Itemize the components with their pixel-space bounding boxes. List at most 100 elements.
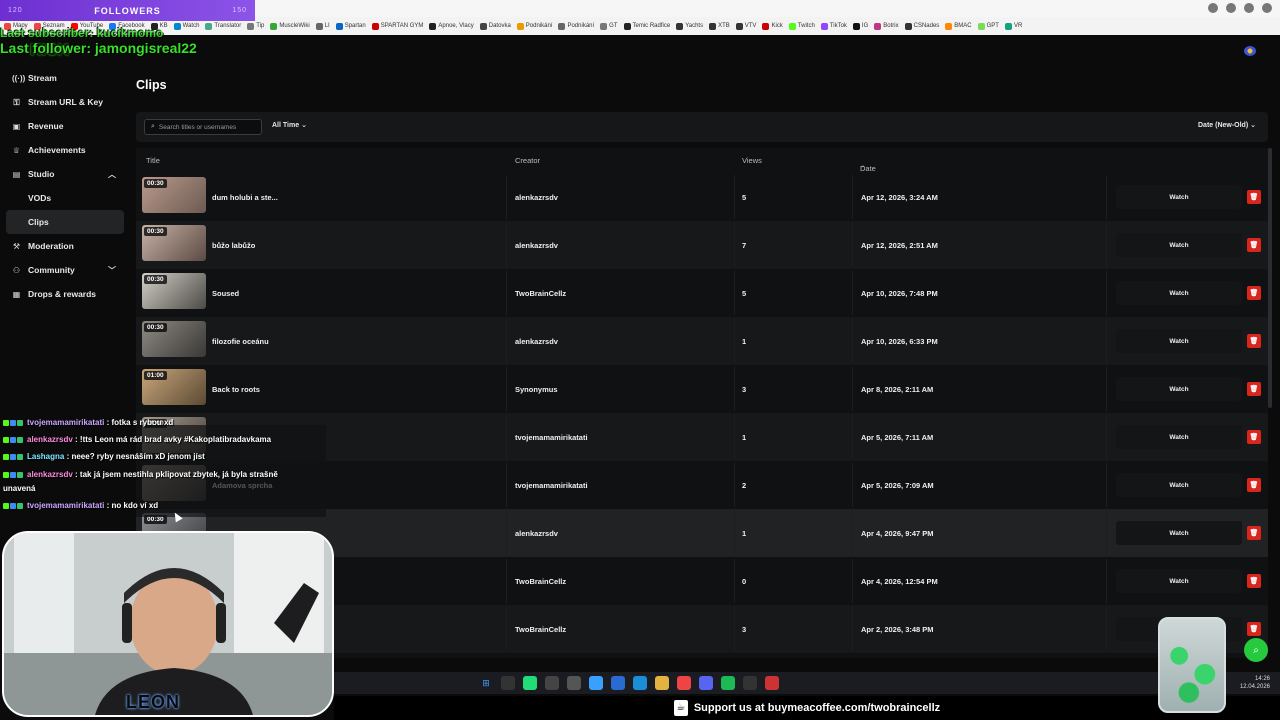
delete-button[interactable]: 🗑 (1247, 622, 1261, 636)
clip-creator[interactable]: tvojemamamirikatati (515, 461, 588, 509)
bookmark-item[interactable]: GT (600, 22, 618, 30)
delete-button[interactable]: 🗑 (1247, 238, 1261, 252)
watch-button[interactable]: Watch (1116, 425, 1242, 449)
folder-icon[interactable] (655, 676, 669, 690)
system-clock[interactable]: 14:26 12.04.2026 (1240, 675, 1270, 691)
column-header-creator[interactable]: Creator (515, 156, 540, 165)
clip-thumbnail[interactable]: 00:30 (142, 225, 206, 261)
bookmark-item[interactable]: CSNades (904, 22, 939, 30)
watch-button[interactable]: Watch (1116, 521, 1242, 545)
delete-button[interactable]: 🗑 (1247, 574, 1261, 588)
app-icon[interactable] (567, 676, 581, 690)
app-icon[interactable] (523, 676, 537, 690)
clip-creator[interactable]: alenkazrsdv (515, 173, 558, 221)
clip-creator[interactable]: alenkazrsdv (515, 509, 558, 557)
sidebar-item-drops[interactable]: ▦ Drops & rewards (0, 282, 128, 306)
sidebar-item-stream[interactable]: ((·)) Stream (0, 66, 128, 90)
clip-title[interactable]: dum holubi a ste... (212, 173, 278, 221)
bookmark-item[interactable]: Apnoe, Vlacy (429, 22, 474, 30)
watch-button[interactable]: Watch (1116, 281, 1242, 305)
table-row[interactable]: 01:00 Back to roots Synonymus 3 Apr 8, 2… (136, 365, 1268, 413)
extension-icon[interactable] (1208, 3, 1218, 13)
delete-button[interactable]: 🗑 (1247, 526, 1261, 540)
delete-button[interactable]: 🗑 (1247, 190, 1261, 204)
table-row[interactable]: 00:30 bůžo labůžo alenkazrsdv 7 Apr 12, … (136, 221, 1268, 269)
table-row[interactable]: 00:30 dum holubi a ste... alenkazrsdv 5 … (136, 173, 1268, 221)
profile-icon[interactable] (1262, 3, 1272, 13)
sidebar-item-community[interactable]: ⚇ Community ﹀ (0, 258, 128, 282)
column-header-title[interactable]: Title (146, 156, 160, 165)
app-icon[interactable] (545, 676, 559, 690)
clip-title[interactable]: filozofie oceánu (212, 317, 269, 365)
watch-button[interactable]: Watch (1116, 329, 1242, 353)
bookmark-item[interactable]: Botrix (874, 22, 899, 30)
delete-button[interactable]: 🗑 (1247, 382, 1261, 396)
watch-button[interactable]: Watch (1116, 377, 1242, 401)
bookmark-item[interactable]: MuscleWiki (270, 22, 310, 30)
clip-thumbnail[interactable]: 00:30 (142, 273, 206, 309)
bookmark-item[interactable]: Watch (173, 22, 199, 30)
sidebar-item-clips[interactable]: Clips (6, 210, 124, 234)
bookmark-item[interactable]: Twitch (788, 22, 815, 30)
sidebar-item-vods[interactable]: VODs (0, 186, 128, 210)
app-icon[interactable] (589, 676, 603, 690)
bookmark-item[interactable]: Temic Radfice (623, 22, 670, 30)
sort-dropdown[interactable]: Date (New-Old) ⌄ (1198, 121, 1256, 129)
sidebar-item-stream-url[interactable]: ⚿ Stream URL & Key (0, 90, 128, 114)
sidebar-item-revenue[interactable]: ▣ Revenue (0, 114, 128, 138)
sidebar-item-achievements[interactable]: ♕ Achievements (0, 138, 128, 162)
table-scrollbar[interactable] (1268, 148, 1272, 408)
clip-title[interactable]: Soused (212, 269, 239, 317)
browser-extension-icons[interactable] (1208, 3, 1272, 13)
clip-creator[interactable]: tvojemamamirikatati (515, 413, 588, 461)
windows-start-icon[interactable]: ⊞ (479, 676, 493, 690)
watch-button[interactable]: Watch (1116, 233, 1242, 257)
delete-button[interactable]: 🗑 (1247, 430, 1261, 444)
bookmark-item[interactable]: GPT (977, 22, 999, 30)
clip-thumbnail[interactable]: 00:30 (142, 321, 206, 357)
bookmark-item[interactable]: Tip (247, 22, 264, 30)
app-icon[interactable] (501, 676, 515, 690)
spotify-icon[interactable] (721, 676, 735, 690)
bookmark-item[interactable]: Yachts (676, 22, 703, 30)
clip-creator[interactable]: Synonymus (515, 365, 558, 413)
chrome-icon[interactable] (677, 676, 691, 690)
bookmark-item[interactable]: XTB (709, 22, 730, 30)
column-header-views[interactable]: Views (742, 156, 762, 165)
app-icon[interactable] (765, 676, 779, 690)
app-icon[interactable] (633, 676, 647, 690)
clip-creator[interactable]: TwoBrainCellz (515, 557, 566, 605)
search-input[interactable] (158, 123, 254, 131)
discord-icon[interactable] (699, 676, 713, 690)
clip-title[interactable]: Back to roots (212, 365, 260, 413)
bookmark-item[interactable]: Translator (205, 22, 241, 30)
bookmark-item[interactable]: LI (315, 22, 330, 30)
app-icon[interactable] (611, 676, 625, 690)
search-field[interactable]: ⌕ (144, 119, 262, 135)
clip-creator[interactable]: TwoBrainCellz (515, 269, 566, 317)
extension-icon[interactable] (1226, 3, 1236, 13)
delete-button[interactable]: 🗑 (1247, 478, 1261, 492)
clip-thumbnail[interactable]: 00:30 (142, 177, 206, 213)
table-row[interactable]: 00:30 Soused TwoBrainCellz 5 Apr 10, 202… (136, 269, 1268, 317)
clip-creator[interactable]: alenkazrsdv (515, 317, 558, 365)
clip-title[interactable]: bůžo labůžo (212, 221, 255, 269)
watch-button[interactable]: Watch (1116, 569, 1242, 593)
user-avatar[interactable] (1244, 46, 1256, 56)
table-row[interactable]: 00:30 filozofie oceánu alenkazrsdv 1 Apr… (136, 317, 1268, 365)
bookmark-item[interactable]: IG (852, 22, 868, 30)
bookmark-item[interactable]: TikTok (820, 22, 847, 30)
clip-creator[interactable]: alenkazrsdv (515, 221, 558, 269)
bookmark-item[interactable]: Datovka (479, 22, 511, 30)
app-icon[interactable] (743, 676, 757, 690)
bookmark-item[interactable]: Podnikání (516, 22, 552, 30)
bookmark-item[interactable]: Podnikání (558, 22, 594, 30)
sidebar-item-moderation[interactable]: ⚒ Moderation (0, 234, 128, 258)
watch-button[interactable]: Watch (1116, 473, 1242, 497)
watch-button[interactable]: Watch (1116, 185, 1242, 209)
clip-thumbnail[interactable]: 01:00 (142, 369, 206, 405)
clip-creator[interactable]: TwoBrainCellz (515, 605, 566, 653)
bookmark-item[interactable]: SPARTAN GYM (371, 22, 423, 30)
extension-icon[interactable] (1244, 3, 1254, 13)
bookmark-item[interactable]: BMAC (945, 22, 972, 30)
